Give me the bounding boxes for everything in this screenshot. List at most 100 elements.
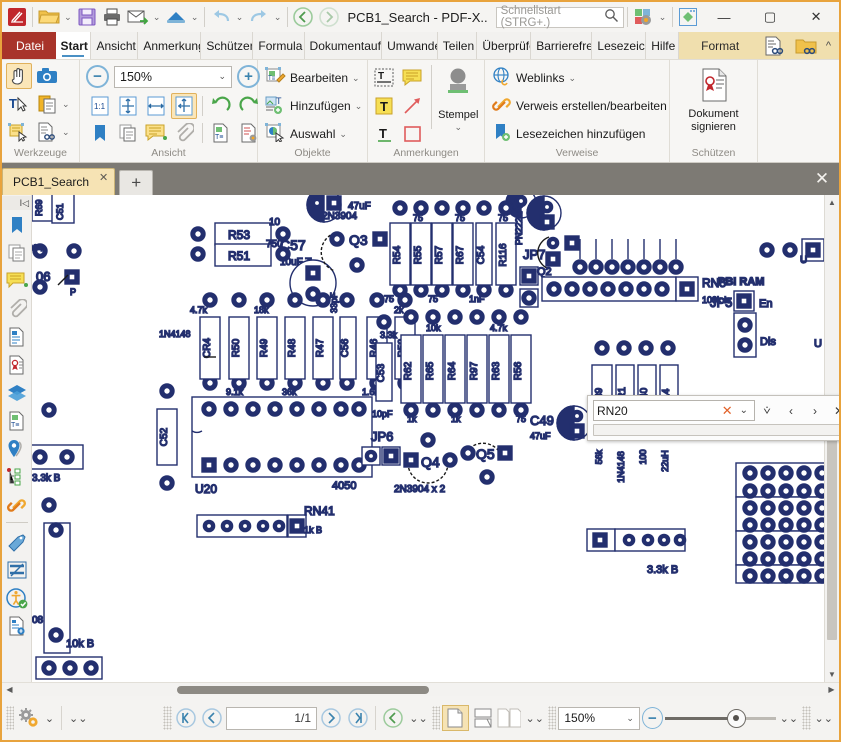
continuous-layout-icon[interactable] xyxy=(471,705,495,731)
comments-icon[interactable] xyxy=(143,120,169,146)
werkzeuge-dropdown-caret-icon[interactable]: ⌄ xyxy=(62,99,70,110)
next-page-button[interactable] xyxy=(319,705,343,731)
settings-chevron-down-icon[interactable]: ⌄ xyxy=(43,712,56,725)
page-number-input[interactable]: 1/1 xyxy=(226,707,317,730)
statusbar-zoom-out-button[interactable]: − xyxy=(642,707,663,729)
bookmarks-panel-icon[interactable] xyxy=(4,212,30,238)
tab-format[interactable]: Format xyxy=(679,32,758,59)
signatures-panel-icon[interactable] xyxy=(4,352,30,378)
select-object-button[interactable]: Auswahl ⌄ xyxy=(262,121,350,147)
fit-page-icon[interactable] xyxy=(115,93,141,119)
tab-teilen[interactable]: Teilen xyxy=(438,32,478,59)
search-options-icon[interactable]: ⩒ xyxy=(755,400,779,421)
pages-panel-icon[interactable] xyxy=(4,240,30,266)
toolbar-grip[interactable] xyxy=(6,706,14,730)
rotate-left-icon[interactable] xyxy=(208,93,234,119)
horizontal-scrollbar[interactable]: ◀ ▶ xyxy=(2,682,839,696)
close-icon[interactable]: ✕ xyxy=(99,171,108,184)
sign-document-button[interactable]: Dokument signieren xyxy=(677,66,751,133)
search-next-icon[interactable]: › xyxy=(803,400,827,421)
find-document-icon[interactable] xyxy=(34,119,60,145)
open-folder-icon[interactable] xyxy=(36,4,61,30)
statusbar-expand-icon[interactable]: ⌄⌄ xyxy=(67,712,89,725)
tab-anmerkung[interactable]: Anmerkung xyxy=(138,32,201,59)
create-link-button[interactable]: Verweis erstellen/bearbeiten xyxy=(489,93,670,119)
bookmark-icon[interactable] xyxy=(87,120,113,146)
arrow-annotation-icon[interactable] xyxy=(400,93,426,119)
open-dropdown-caret-icon[interactable]: ⌄ xyxy=(62,4,75,30)
tab-umwande[interactable]: Umwande xyxy=(382,32,438,59)
find-in-document-icon[interactable] xyxy=(758,33,788,59)
scroll-right-icon[interactable]: ▶ xyxy=(824,685,839,694)
search-files-icon[interactable] xyxy=(791,33,821,59)
weblinks-button[interactable]: Weblinks ⌄ xyxy=(489,65,579,91)
search-input[interactable]: RN20 ✕ ⌄ xyxy=(593,400,755,421)
chevron-down-icon[interactable]: ⌄ xyxy=(339,129,347,140)
attachments-panel-icon[interactable] xyxy=(4,296,30,322)
stamps-panel-icon[interactable] xyxy=(4,529,30,555)
clear-search-icon[interactable]: ✕ xyxy=(718,403,737,419)
collapse-navpane-button[interactable]: I◁ xyxy=(2,196,31,210)
save-icon[interactable] xyxy=(74,4,99,30)
maximize-button[interactable]: ▢ xyxy=(747,2,793,32)
pages-icon[interactable] xyxy=(115,120,141,146)
content-panel-icon[interactable]: T≡ xyxy=(4,408,30,434)
select-text-icon[interactable]: T xyxy=(6,91,32,117)
select-annotation-icon[interactable] xyxy=(6,119,32,145)
email-dropdown-caret-icon[interactable]: ⌄ xyxy=(150,4,163,30)
tab-barrierefreiheit[interactable]: Barrierefreit xyxy=(531,32,592,59)
actual-size-icon[interactable]: 1:1 xyxy=(87,93,113,119)
vertical-scroll-thumb[interactable] xyxy=(827,410,837,640)
hand-tool-icon[interactable] xyxy=(6,63,32,89)
undo-dropdown-caret-icon[interactable]: ⌄ xyxy=(233,4,246,30)
add-content-button[interactable]: T Hinzufügen ⌄ xyxy=(262,93,365,119)
close-document-button[interactable]: ✕ xyxy=(805,163,839,195)
accessibility-panel-icon[interactable] xyxy=(4,585,30,611)
select-dropdown-caret-icon[interactable]: ⌄ xyxy=(62,127,70,138)
destinations-panel-icon[interactable] xyxy=(4,436,30,462)
links-panel-icon[interactable] xyxy=(4,492,30,518)
overflow-grip[interactable] xyxy=(802,706,810,730)
model-tree-panel-icon[interactable] xyxy=(4,464,30,490)
chevron-down-icon[interactable]: ⌄ xyxy=(355,101,363,112)
search-previous-icon[interactable]: ‹ xyxy=(779,400,803,421)
first-page-button[interactable] xyxy=(174,705,198,731)
tab-lesezeichen[interactable]: Lesezeiche xyxy=(592,32,646,59)
zoom-grip[interactable] xyxy=(548,706,556,730)
add-bookmark-button[interactable]: Lesezeichen hinzufügen xyxy=(489,121,648,147)
chevron-down-icon[interactable]: ⌄ xyxy=(568,73,576,84)
zoom-out-button[interactable]: − xyxy=(86,65,109,88)
sticky-note-icon[interactable] xyxy=(400,65,426,91)
undo-icon[interactable] xyxy=(208,4,233,30)
tab-start[interactable]: Start xyxy=(56,32,92,59)
fields-panel-icon[interactable] xyxy=(4,324,30,350)
horizontal-scroll-thumb[interactable] xyxy=(177,686,429,694)
collapse-ribbon-button[interactable]: ^ xyxy=(824,40,833,52)
clipboard-icon[interactable] xyxy=(34,91,60,117)
comments-panel-icon[interactable] xyxy=(4,268,30,294)
facing-pages-layout-icon[interactable] xyxy=(497,705,521,731)
statusbar-overflow-icon[interactable]: ⌄⌄ xyxy=(813,712,835,725)
search-history-chevron-down-icon[interactable]: ⌄ xyxy=(737,405,751,416)
previous-page-button[interactable] xyxy=(200,705,224,731)
chevron-down-icon[interactable]: ⌄ xyxy=(455,122,463,133)
textbox-annotation-icon[interactable]: T xyxy=(372,65,398,91)
layout-grip[interactable] xyxy=(432,706,440,730)
settings-gear-icon[interactable] xyxy=(16,705,40,731)
tab-schuetzer[interactable]: Schützer xyxy=(201,32,253,59)
page-nav-grip[interactable] xyxy=(163,706,171,730)
document-tab-pcb1-search[interactable]: PCB1_Search ✕ xyxy=(2,168,115,195)
chevron-down-icon[interactable]: ⌄ xyxy=(352,73,360,84)
rectangle-annotation-icon[interactable] xyxy=(400,121,426,147)
chevron-down-icon[interactable]: ⌄ xyxy=(218,71,226,82)
statusbar-zoom-input[interactable]: 150% ⌄ xyxy=(558,707,640,730)
close-window-button[interactable]: ✕ xyxy=(793,2,839,32)
redaction-panel-icon[interactable] xyxy=(4,557,30,583)
previous-view-button[interactable] xyxy=(381,705,405,731)
scan-icon[interactable] xyxy=(163,4,188,30)
customize-toolbar-icon[interactable] xyxy=(631,4,656,30)
print-icon[interactable] xyxy=(100,4,125,30)
search-panel[interactable]: RN20 ✕ ⌄ ⩒ ‹ › ✕ xyxy=(587,395,839,441)
redo-icon[interactable] xyxy=(246,4,271,30)
zoom-chevron-icon[interactable]: ⌄⌄ xyxy=(778,712,800,725)
